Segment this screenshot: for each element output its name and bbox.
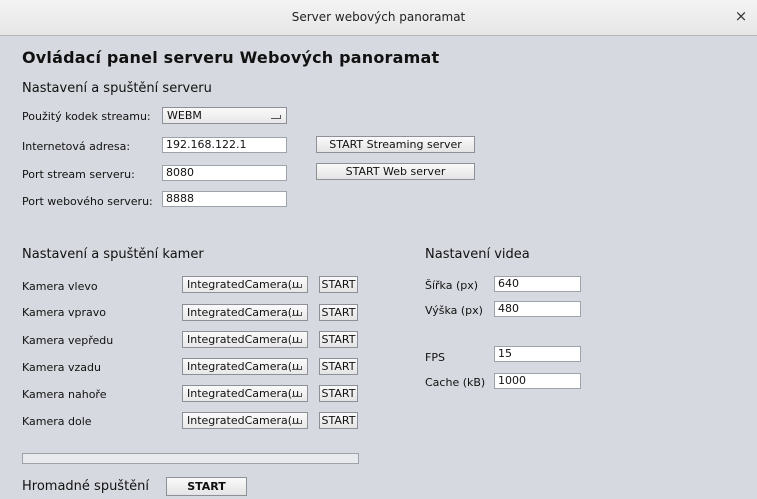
camera-device: IntegratedCamera(u xyxy=(187,333,300,346)
camera-start-button[interactable]: START xyxy=(319,331,358,348)
bulk-start-button[interactable]: START xyxy=(166,477,247,496)
camera-label: Kamera vepředu xyxy=(22,334,114,347)
fps-label: FPS xyxy=(425,351,445,364)
camera-select[interactable]: IntegratedCamera(u xyxy=(182,358,308,375)
page-title: Ovládací panel serveru Webových panorama… xyxy=(22,48,440,67)
camera-start-button[interactable]: START xyxy=(319,358,358,375)
camera-start-button[interactable]: START xyxy=(319,304,358,321)
dropdown-arrow-icon xyxy=(271,115,281,119)
codec-value: WEBM xyxy=(167,109,202,122)
camera-select[interactable]: IntegratedCamera(u xyxy=(182,331,308,348)
camera-start-button[interactable]: START xyxy=(319,276,358,293)
stream-port-input[interactable]: 8080 xyxy=(162,165,287,181)
camera-select[interactable]: IntegratedCamera(u xyxy=(182,412,308,429)
height-input[interactable]: 480 xyxy=(494,301,581,317)
progress-bar xyxy=(22,453,359,464)
title-bar: Server webových panoramat × xyxy=(0,0,757,36)
stream-port-label: Port stream serveru: xyxy=(22,168,135,181)
start-streaming-server-button[interactable]: START Streaming server xyxy=(316,136,475,153)
camera-select[interactable]: IntegratedCamera(u xyxy=(182,276,308,293)
close-icon[interactable]: × xyxy=(733,8,749,24)
dropdown-arrow-icon xyxy=(292,312,302,316)
bulk-start-label: Hromadné spuštění xyxy=(22,479,150,494)
camera-device: IntegratedCamera(u xyxy=(187,387,300,400)
camera-label: Kamera nahoře xyxy=(22,388,107,401)
cache-input[interactable]: 1000 xyxy=(494,373,581,389)
height-label: Výška (px) xyxy=(425,304,483,317)
camera-section-title: Nastavení a spuštění kamer xyxy=(22,247,204,262)
width-input[interactable]: 640 xyxy=(494,276,581,292)
address-label: Internetová adresa: xyxy=(22,140,131,153)
dropdown-arrow-icon xyxy=(292,284,302,288)
dropdown-arrow-icon xyxy=(292,420,302,424)
fps-input[interactable]: 15 xyxy=(494,346,581,362)
window-title: Server webových panoramat xyxy=(291,10,466,24)
web-port-label: Port webového serveru: xyxy=(22,195,153,208)
camera-device: IntegratedCamera(u xyxy=(187,278,300,291)
camera-label: Kamera vlevo xyxy=(22,280,98,293)
start-web-server-button[interactable]: START Web server xyxy=(316,163,475,180)
camera-device: IntegratedCamera(u xyxy=(187,360,300,373)
dropdown-arrow-icon xyxy=(292,339,302,343)
cache-label: Cache (kB) xyxy=(425,376,486,389)
server-section-title: Nastavení a spuštění serveru xyxy=(22,81,212,96)
dropdown-arrow-icon xyxy=(292,393,302,397)
codec-select[interactable]: WEBM xyxy=(162,107,287,124)
camera-device: IntegratedCamera(u xyxy=(187,306,300,319)
camera-select[interactable]: IntegratedCamera(u xyxy=(182,385,308,402)
camera-device: IntegratedCamera(u xyxy=(187,414,300,427)
camera-select[interactable]: IntegratedCamera(u xyxy=(182,304,308,321)
codec-label: Použitý kodek streamu: xyxy=(22,110,151,123)
video-section-title: Nastavení videa xyxy=(425,247,530,262)
address-input[interactable]: 192.168.122.1 xyxy=(162,137,287,153)
dropdown-arrow-icon xyxy=(292,366,302,370)
camera-start-button[interactable]: START xyxy=(319,385,358,402)
camera-label: Kamera vpravo xyxy=(22,306,106,319)
camera-start-button[interactable]: START xyxy=(319,412,358,429)
width-label: Šířka (px) xyxy=(425,279,479,292)
web-port-input[interactable]: 8888 xyxy=(162,191,287,207)
camera-label: Kamera dole xyxy=(22,415,92,428)
camera-label: Kamera vzadu xyxy=(22,361,101,374)
